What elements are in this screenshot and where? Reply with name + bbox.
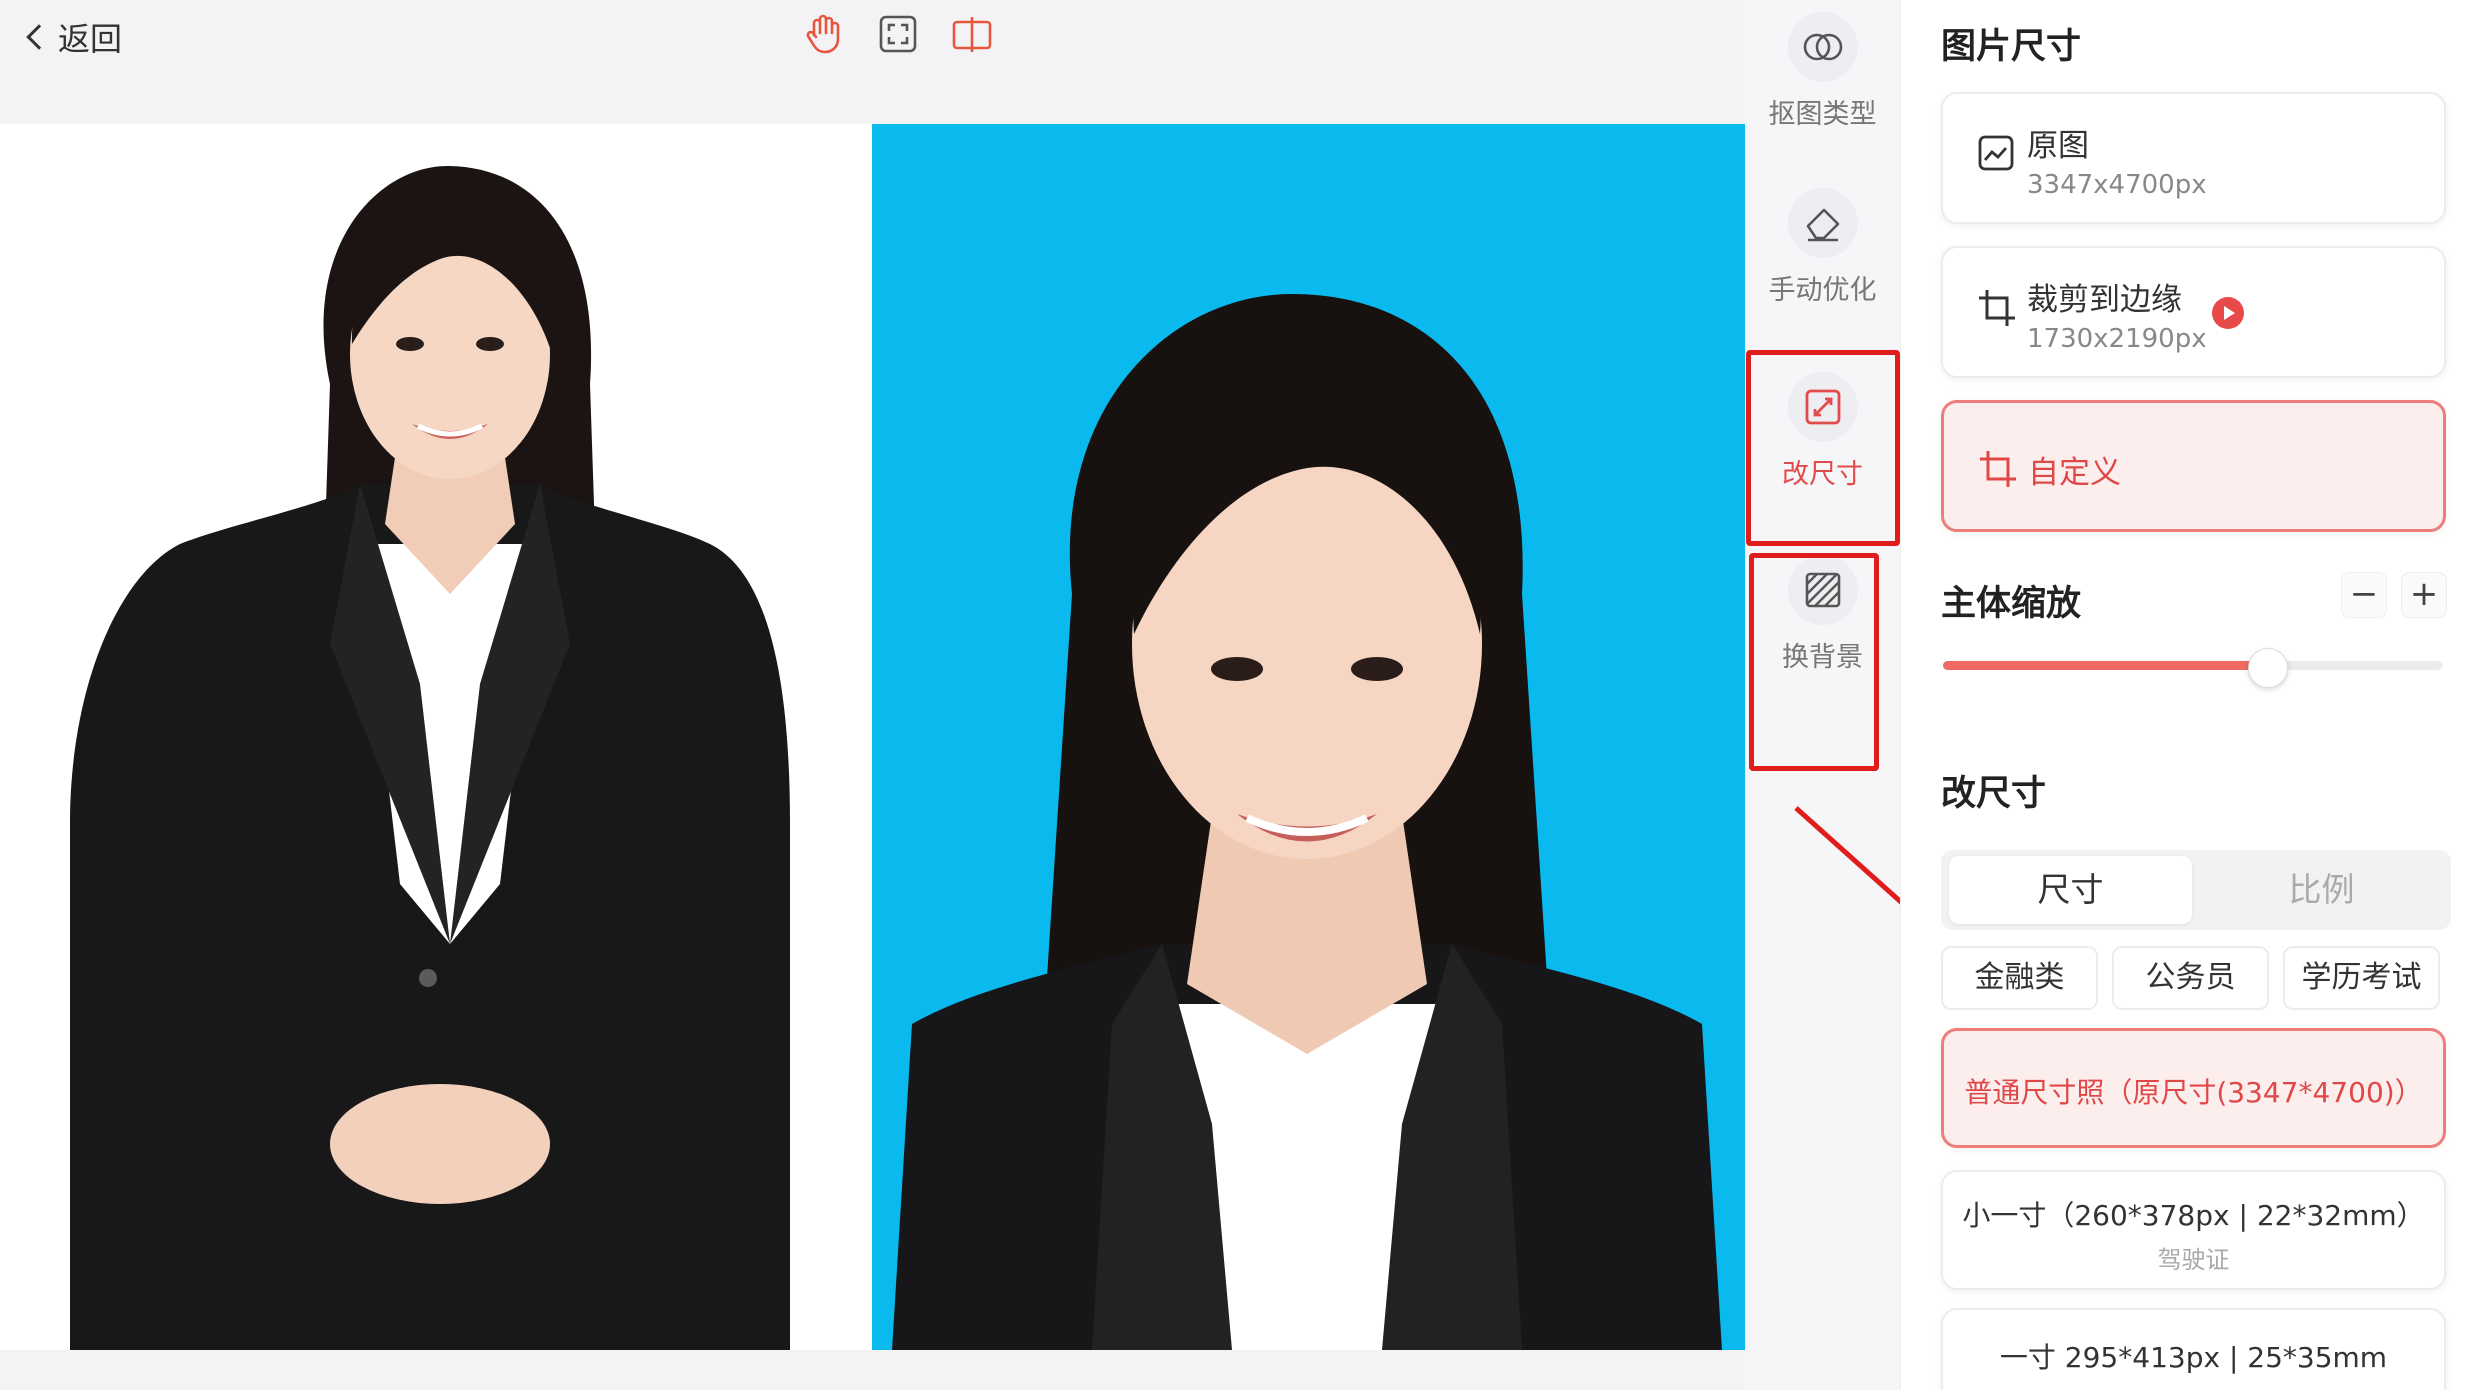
cutout-icon bbox=[1787, 12, 1858, 82]
size-option-label: 小一寸（260*378px | 22*32mm） bbox=[1962, 1199, 2425, 1232]
tool-label: 手动优化 bbox=[1768, 275, 1877, 306]
highlight-box-background bbox=[1749, 553, 1879, 771]
hand-icon[interactable] bbox=[800, 10, 848, 58]
view-toolbar bbox=[800, 10, 996, 58]
original-title: 原图 bbox=[2027, 128, 2089, 164]
tool-label: 抠图类型 bbox=[1768, 99, 1877, 130]
slider-knob[interactable] bbox=[2248, 648, 2288, 688]
preview-canvas bbox=[0, 124, 1745, 1350]
chevron-left-icon bbox=[26, 24, 52, 50]
crop-title: 裁剪到边缘 bbox=[2027, 282, 2182, 318]
back-button[interactable]: 返回 bbox=[22, 14, 122, 60]
eraser-icon bbox=[1787, 188, 1858, 258]
increase-button[interactable]: + bbox=[2401, 572, 2447, 618]
tool-cutout-type[interactable]: 抠图类型 bbox=[1745, 12, 1900, 131]
subject-scale-heading: 主体缩放 bbox=[1941, 584, 2082, 624]
crop-dimensions: 1730x2190px bbox=[2027, 324, 2207, 354]
size-option-label: 普通尺寸照（原尺寸(3347*4700)） bbox=[1964, 1076, 2423, 1109]
original-dimensions: 3347x4700px bbox=[2027, 170, 2207, 200]
tab-size[interactable]: 尺寸 bbox=[1949, 856, 2192, 924]
original-photo bbox=[0, 124, 860, 1350]
processed-photo bbox=[872, 124, 1745, 1350]
image-icon bbox=[1977, 134, 2015, 176]
size-option-note: 驾驶证 bbox=[2157, 1246, 2230, 1274]
tool-manual-refine[interactable]: 手动优化 bbox=[1745, 188, 1900, 307]
fullscreen-icon[interactable] bbox=[874, 10, 922, 58]
crop-icon bbox=[1978, 449, 2018, 493]
tab-ratio[interactable]: 比例 bbox=[2200, 856, 2443, 924]
bottom-strip bbox=[0, 1350, 1900, 1390]
play-icon[interactable] bbox=[2211, 296, 2245, 334]
tool-column: 抠图类型 手动优化 改尺寸 换背景 bbox=[1745, 0, 1900, 1390]
size-option-small-one-inch[interactable]: 小一寸（260*378px | 22*32mm） 驾驶证 bbox=[1941, 1170, 2446, 1290]
decrease-button[interactable]: − bbox=[2341, 572, 2387, 618]
compare-icon[interactable] bbox=[948, 10, 996, 58]
size-mode-tabs: 尺寸 比例 bbox=[1941, 850, 2451, 930]
size-option-label: 一寸 295*413px | 25*35mm bbox=[1999, 1341, 2388, 1374]
app-window: 返回 抠图类型 手动优化 改尺寸 换背景 图片尺寸 原图 3347x4700px… bbox=[0, 0, 2478, 1390]
highlight-box-resize bbox=[1746, 350, 1900, 546]
crop-to-edge-option[interactable]: 裁剪到边缘 1730x2190px bbox=[1941, 246, 2446, 378]
subject-scale-slider[interactable] bbox=[1943, 648, 2443, 688]
scale-stepper: − + bbox=[2341, 572, 2447, 618]
original-size-option[interactable]: 原图 3347x4700px bbox=[1941, 92, 2446, 224]
size-option-one-inch[interactable]: 一寸 295*413px | 25*35mm bbox=[1941, 1308, 2446, 1390]
settings-panel: 图片尺寸 原图 3347x4700px 裁剪到边缘 1730x2190px 自定… bbox=[1900, 0, 2478, 1390]
custom-size-option[interactable]: 自定义 bbox=[1941, 400, 2446, 532]
top-bar: 返回 bbox=[0, 0, 1745, 124]
custom-title: 自定义 bbox=[2028, 455, 2121, 491]
resize-heading: 改尺寸 bbox=[1941, 774, 2047, 814]
chip-civil-servant[interactable]: 公务员 bbox=[2112, 946, 2269, 1010]
crop-icon bbox=[1977, 288, 2017, 332]
size-option-normal[interactable]: 普通尺寸照（原尺寸(3347*4700)） bbox=[1941, 1028, 2446, 1148]
chip-education-exam[interactable]: 学历考试 bbox=[2283, 946, 2440, 1010]
category-chips: 金融类 公务员 学历考试 bbox=[1941, 946, 2440, 1010]
back-label: 返回 bbox=[58, 20, 123, 58]
slider-fill bbox=[1943, 661, 2268, 670]
image-size-heading: 图片尺寸 bbox=[1941, 27, 2082, 67]
chip-finance[interactable]: 金融类 bbox=[1941, 946, 2098, 1010]
